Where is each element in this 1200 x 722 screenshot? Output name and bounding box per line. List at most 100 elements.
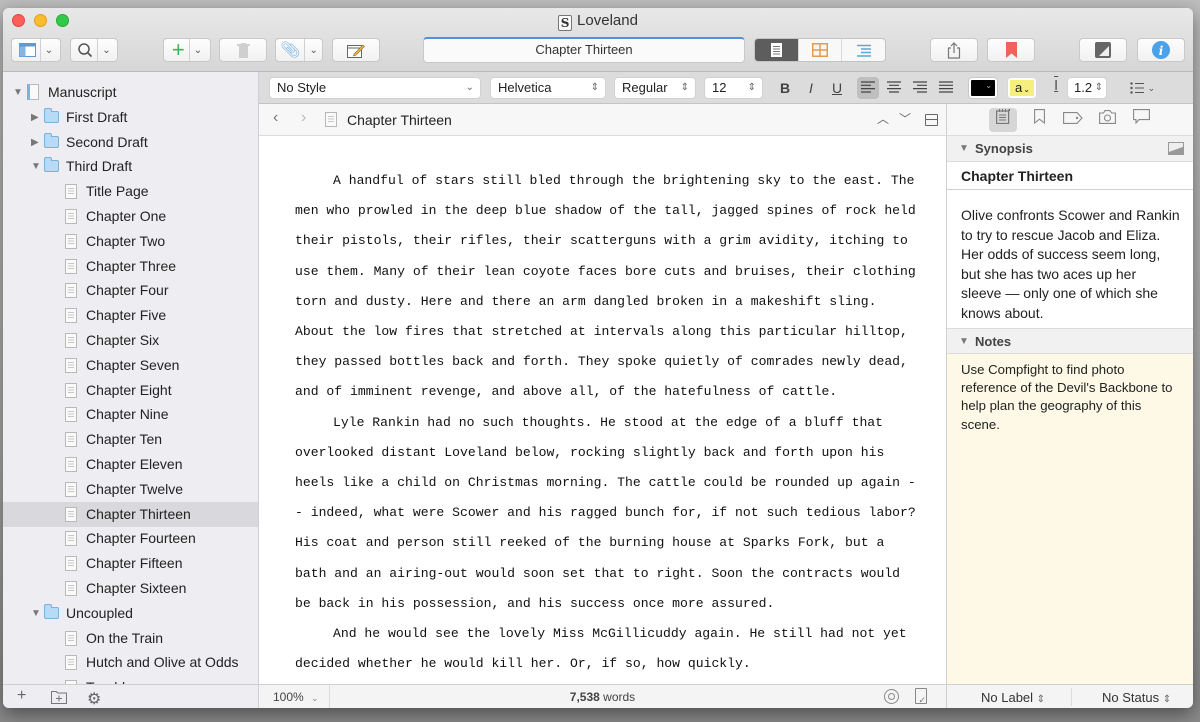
binder-item[interactable]: On the Train: [3, 626, 258, 651]
inspector-toggle-button[interactable]: i: [1137, 38, 1185, 62]
next-document-button[interactable]: ﹀: [899, 110, 911, 127]
window-title: S Loveland: [3, 12, 1193, 31]
text-color-well[interactable]: ⌄: [969, 78, 997, 98]
binder-item[interactable]: Chapter One: [3, 204, 258, 229]
search-button[interactable]: ⌄: [70, 38, 118, 62]
binder-item-label: Chapter Eleven: [86, 456, 183, 472]
align-center-button[interactable]: [883, 77, 905, 99]
target-button[interactable]: [884, 689, 899, 704]
binder-item[interactable]: Trouble: [3, 675, 258, 684]
highlight-color-button[interactable]: a⌄: [1008, 78, 1036, 98]
view-document-button[interactable]: [755, 39, 799, 61]
document-title-field[interactable]: Chapter Thirteen: [423, 37, 745, 63]
document-icon: [65, 258, 77, 274]
compile-checklist-button[interactable]: ✓: [915, 688, 927, 705]
folder-icon: [44, 157, 59, 173]
bookmark-icon: [1005, 42, 1017, 58]
binder-item[interactable]: Chapter Eight: [3, 378, 258, 403]
notes-header[interactable]: ▼ Notes: [947, 328, 1193, 354]
add-document-button[interactable]: +: [17, 687, 26, 705]
editor-document-title: Chapter Thirteen: [347, 112, 452, 128]
binder-item[interactable]: Chapter Five: [3, 303, 258, 328]
size-value: 12: [712, 80, 727, 95]
editor-footer: 100% ⌄ 7,538 words ✓: [259, 684, 946, 708]
binder-item[interactable]: Title Page: [3, 179, 258, 204]
binder-item[interactable]: ▼ Uncoupled: [3, 601, 258, 626]
disclosure-expanded-icon[interactable]: ▼: [31, 601, 41, 626]
tab-snapshots[interactable]: [1093, 108, 1121, 132]
line-spacing-value: 1.2: [1074, 80, 1093, 95]
binder-item[interactable]: Chapter Fourteen: [3, 526, 258, 551]
view-outliner-button[interactable]: [842, 39, 885, 61]
binder-item[interactable]: Hutch and Olive at Odds: [3, 650, 258, 675]
binder-item[interactable]: Chapter Seven: [3, 353, 258, 378]
style-select[interactable]: No Style ⌄: [269, 77, 481, 99]
add-button[interactable]: + ⌄: [163, 38, 211, 62]
notes-text-area[interactable]: Use Compfight to find photo reference of…: [947, 354, 1193, 684]
disclosure-expanded-icon[interactable]: ▼: [31, 154, 41, 179]
disclosure-expanded-icon[interactable]: ▼: [13, 80, 23, 105]
document-icon: [65, 333, 77, 348]
binder-item[interactable]: ▶ Second Draft: [3, 130, 258, 155]
font-size-select[interactable]: 12 ⇕: [704, 77, 763, 99]
plus-icon: +: [171, 37, 185, 62]
align-left-button[interactable]: [857, 77, 879, 99]
app-window: SLoveland ⌄ ⌄ + ⌄ 📎︎ ⌄ Chapter Thirteen: [3, 8, 1193, 708]
bold-button[interactable]: B: [774, 77, 796, 99]
add-folder-button[interactable]: [51, 689, 67, 708]
previous-document-button[interactable]: ︿: [877, 110, 889, 127]
disclosure-collapsed-icon[interactable]: ▶: [31, 105, 39, 130]
font-family-select[interactable]: Helvetica ⇕: [490, 77, 606, 99]
binder-item[interactable]: Chapter Six: [3, 328, 258, 353]
share-button[interactable]: [930, 38, 978, 62]
back-button[interactable]: ‹: [273, 109, 278, 127]
tab-bookmarks[interactable]: [1025, 108, 1053, 132]
binder-item[interactable]: Chapter Four: [3, 278, 258, 303]
word-count-value: 7,538: [569, 690, 600, 704]
binder-item[interactable]: Chapter Eleven: [3, 452, 258, 477]
binder-item[interactable]: ▼ Manuscript: [3, 80, 258, 105]
attach-button[interactable]: 📎︎ ⌄: [275, 38, 323, 62]
binder-item-label: Second Draft: [66, 133, 148, 150]
forward-button[interactable]: ›: [301, 109, 306, 127]
synopsis-title-field[interactable]: Chapter Thirteen: [947, 162, 1193, 190]
italic-button[interactable]: I: [800, 77, 822, 99]
split-editor-button[interactable]: [925, 114, 938, 126]
align-right-button[interactable]: [909, 77, 931, 99]
view-corkboard-button[interactable]: [799, 39, 843, 61]
binder-item[interactable]: Chapter Nine: [3, 402, 258, 427]
binder-item[interactable]: ▶ First Draft: [3, 105, 258, 130]
quick-reference-button[interactable]: [332, 38, 380, 62]
synopsis-header[interactable]: ▼ Synopsis: [947, 136, 1193, 162]
disclosure-collapsed-icon[interactable]: ▶: [31, 130, 39, 155]
binder-item[interactable]: Chapter Three: [3, 254, 258, 279]
binder-item[interactable]: Chapter Twelve: [3, 477, 258, 502]
synopsis-text-field[interactable]: Olive confronts Scower and Rankin to try…: [947, 191, 1193, 323]
inspector-footer: No Label ⇕ No Status ⇕: [946, 684, 1193, 708]
line-spacing-select[interactable]: 1.2 ⇕: [1067, 77, 1107, 99]
editor-text-area[interactable]: A handful of stars still bled through th…: [259, 136, 946, 684]
tab-metadata[interactable]: [1059, 108, 1087, 132]
binder-item[interactable]: Chapter Sixteen: [3, 576, 258, 601]
binder-item-label: Chapter Twelve: [86, 480, 184, 497]
binder-item[interactable]: Chapter Ten: [3, 427, 258, 452]
composition-mode-button[interactable]: [1079, 38, 1127, 62]
binder-item[interactable]: Chapter Two: [3, 229, 258, 254]
align-justify-button[interactable]: [935, 77, 957, 99]
tab-notes[interactable]: [989, 108, 1017, 132]
document-icon: [65, 382, 77, 398]
font-weight-select[interactable]: Regular ⇕: [614, 77, 696, 99]
document-icon: [65, 506, 77, 522]
tab-comments[interactable]: [1127, 108, 1155, 132]
synopsis-image-button[interactable]: [1168, 142, 1184, 155]
binder-item[interactable]: ▼ Third Draft: [3, 154, 258, 179]
binder-toggle-button[interactable]: ⌄: [11, 38, 61, 62]
status-select[interactable]: No Status ⇕: [1102, 690, 1171, 705]
underline-button[interactable]: U: [826, 77, 848, 99]
trash-button[interactable]: [219, 38, 267, 62]
list-style-button[interactable]: ⌄: [1130, 77, 1164, 99]
label-select[interactable]: No Label ⇕: [981, 690, 1045, 705]
binder-item[interactable]: Chapter Fifteen: [3, 551, 258, 576]
binder-item[interactable]: Chapter Thirteen: [3, 501, 258, 527]
bookmark-button[interactable]: [987, 38, 1035, 62]
